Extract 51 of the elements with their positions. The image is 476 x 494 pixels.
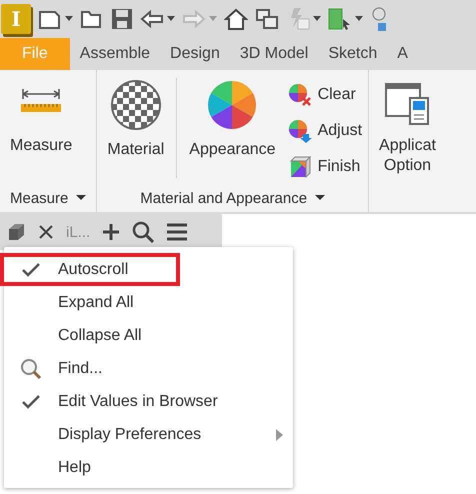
ribbon-tab[interactable]: Design <box>160 38 230 70</box>
home-icon[interactable] <box>224 7 248 31</box>
menu-item[interactable]: Autoscroll <box>0 253 180 286</box>
search-icon[interactable] <box>132 221 154 243</box>
menu-item[interactable]: Collapse All <box>4 319 293 352</box>
menu-item[interactable]: Help <box>4 451 293 484</box>
button-label: Measure <box>10 136 72 156</box>
save-icon[interactable] <box>111 8 133 30</box>
close-icon[interactable] <box>38 224 54 240</box>
ribbon-tab[interactable]: A <box>387 38 418 70</box>
ribbon-button[interactable]: Adjust <box>288 116 362 146</box>
ribbon-button[interactable]: Clear <box>288 80 362 110</box>
ribbon-tab[interactable]: Sketch <box>318 38 388 70</box>
folder-icon[interactable] <box>80 8 104 30</box>
undo-icon[interactable] <box>140 8 164 30</box>
cube-icon[interactable] <box>6 222 26 242</box>
dropdown-arrow-icon[interactable] <box>167 16 175 22</box>
color-ball-arrow-icon <box>288 119 312 143</box>
dropdown-arrow-icon[interactable] <box>65 16 73 22</box>
object-icon[interactable] <box>370 7 386 31</box>
color-wheel-icon <box>207 80 258 130</box>
ribbon-button[interactable]: Finish <box>288 152 362 182</box>
button-label: Appearance <box>189 140 276 160</box>
panel-title[interactable]: Material and Appearance <box>97 184 368 212</box>
ribbon-tab[interactable]: 3D Model <box>230 38 318 70</box>
menu-item[interactable]: Edit Values in Browser <box>4 385 293 418</box>
color-cube-icon <box>288 155 312 179</box>
new-file-icon[interactable] <box>38 8 62 30</box>
dropdown-arrow-icon[interactable] <box>313 16 321 22</box>
button-label: Material <box>107 140 164 160</box>
checkered-sphere-icon <box>110 80 161 130</box>
plus-icon[interactable] <box>102 223 120 241</box>
ribbon-button[interactable]: Applicat Option <box>375 78 440 184</box>
ribbon-button[interactable]: Appearance <box>185 78 280 184</box>
menu-icon[interactable] <box>166 222 188 242</box>
ribbon-button[interactable]: Material <box>103 78 168 184</box>
application-window-icon <box>384 80 430 126</box>
dropdown-arrow-icon[interactable] <box>315 195 326 201</box>
ribbon-tab[interactable]: Assemble <box>70 38 160 70</box>
dropdown-arrow-icon[interactable] <box>76 195 86 201</box>
select-icon[interactable] <box>328 7 352 31</box>
panel-title[interactable]: Measure <box>0 184 96 212</box>
windows-icon[interactable] <box>255 8 279 30</box>
menu-item[interactable]: Display Preferences <box>4 418 293 451</box>
menu-item[interactable]: Find... <box>4 352 293 385</box>
menu-item[interactable]: Expand All <box>4 286 293 319</box>
button-label: Applicat Option <box>379 136 436 176</box>
magnifier-icon <box>20 358 42 380</box>
color-ball-x-icon <box>288 83 312 107</box>
ribbon-button[interactable]: Measure <box>6 78 76 184</box>
dropdown-arrow-icon[interactable] <box>355 16 363 22</box>
